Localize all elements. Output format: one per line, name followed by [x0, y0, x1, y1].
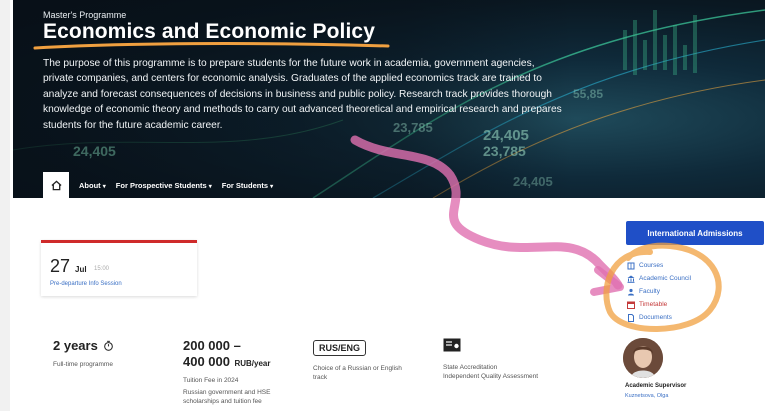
chevron-down-icon: ▾: [270, 183, 274, 190]
book-icon: [626, 262, 635, 270]
stat-duration: 2 years Full-time programme: [53, 338, 114, 369]
link-label: Documents: [639, 314, 672, 321]
supervisor-avatar[interactable]: [623, 338, 663, 378]
link-label: Faculty: [639, 288, 660, 295]
programme-type-label: Master's Programme: [43, 10, 127, 20]
event-title-link[interactable]: Pre-departure Info Session: [50, 281, 122, 287]
bg-number: 55,85: [573, 87, 603, 101]
nav-item-students[interactable]: For Students ▾: [222, 181, 273, 190]
programme-nav: About ▾ For Prospective Students ▾ For S…: [43, 172, 273, 198]
chevron-down-icon: ▾: [208, 183, 212, 190]
link-timetable[interactable]: Timetable: [626, 298, 691, 311]
link-faculty[interactable]: Faculty: [626, 285, 691, 298]
fee-note-scholarships: Russian government and HSE scholarships …: [183, 389, 271, 405]
international-admissions-button[interactable]: International Admissions: [626, 221, 764, 245]
event-day: 27: [50, 256, 71, 276]
quality-assessment-note: Independent Quality Assessment: [443, 373, 539, 380]
bg-number: 24,405: [73, 143, 116, 159]
fee-value-line1: 200 000 –: [183, 338, 241, 353]
supervisor-photo: [623, 338, 663, 378]
link-courses[interactable]: Courses: [626, 259, 691, 272]
link-label: Courses: [639, 262, 664, 269]
accreditation-note: State Accreditation: [443, 364, 498, 371]
page-frame: 24,405 23,785 24,405 23,785 55,85 24,405…: [10, 0, 765, 411]
nav-item-about[interactable]: About ▾: [79, 181, 106, 190]
supervisor-name-link[interactable]: Kuznetsova, Olga: [625, 393, 668, 399]
fee-unit: RUB/year: [234, 359, 271, 368]
link-academic-council[interactable]: Academic Council: [626, 272, 691, 285]
link-documents[interactable]: Documents: [626, 311, 691, 324]
calendar-icon: [626, 301, 635, 309]
home-icon: [50, 180, 62, 190]
bg-number: 23,785: [483, 143, 526, 159]
link-label: Timetable: [639, 301, 668, 308]
language-note: Choice of a Russian or English track: [313, 365, 402, 381]
nav-label: For Students: [221, 180, 268, 190]
building-icon: [626, 275, 635, 283]
stat-tuition-fee: 200 000 – 400 000 RUB/year Tuition Fee i…: [183, 338, 283, 406]
programme-links: Courses Academic Council Faculty Timetab…: [626, 259, 691, 324]
stat-language: RUS/ENG Choice of a Russian or English t…: [313, 338, 413, 382]
pink-arrowhead: [590, 266, 624, 296]
fee-value-line2: 400 000: [183, 354, 230, 369]
stopwatch-icon: [103, 340, 113, 351]
language-badge: RUS/ENG: [313, 340, 367, 356]
nav-item-prospective-students[interactable]: For Prospective Students ▾: [116, 181, 212, 190]
duration-value: 2 years: [53, 338, 98, 353]
nav-label: About: [79, 180, 101, 190]
event-time: 15:00: [94, 266, 110, 272]
duration-note: Full-time programme: [53, 361, 113, 368]
bg-number: 24,405: [513, 174, 553, 189]
hero-banner: 24,405 23,785 24,405 23,785 55,85 24,405…: [13, 0, 765, 198]
link-label: Academic Council: [639, 275, 692, 282]
stat-accreditation: State Accreditation Independent Quality …: [443, 338, 538, 381]
fee-note: Tuition Fee in 2024: [183, 377, 239, 384]
home-button[interactable]: [43, 172, 69, 198]
chevron-down-icon: ▾: [102, 183, 106, 190]
certificate-icon: [443, 338, 461, 352]
event-card[interactable]: 27 Jul 15:00 Pre-departure Info Session: [41, 240, 197, 296]
people-icon: [626, 288, 635, 296]
supervisor-role: Academic Supervisor: [625, 383, 687, 389]
event-month: Jul: [75, 265, 87, 274]
programme-description: The purpose of this programme is to prep…: [43, 58, 562, 131]
title-underline-annotation: [33, 42, 390, 50]
document-icon: [626, 313, 635, 322]
nav-label: For Prospective Students: [115, 180, 207, 190]
